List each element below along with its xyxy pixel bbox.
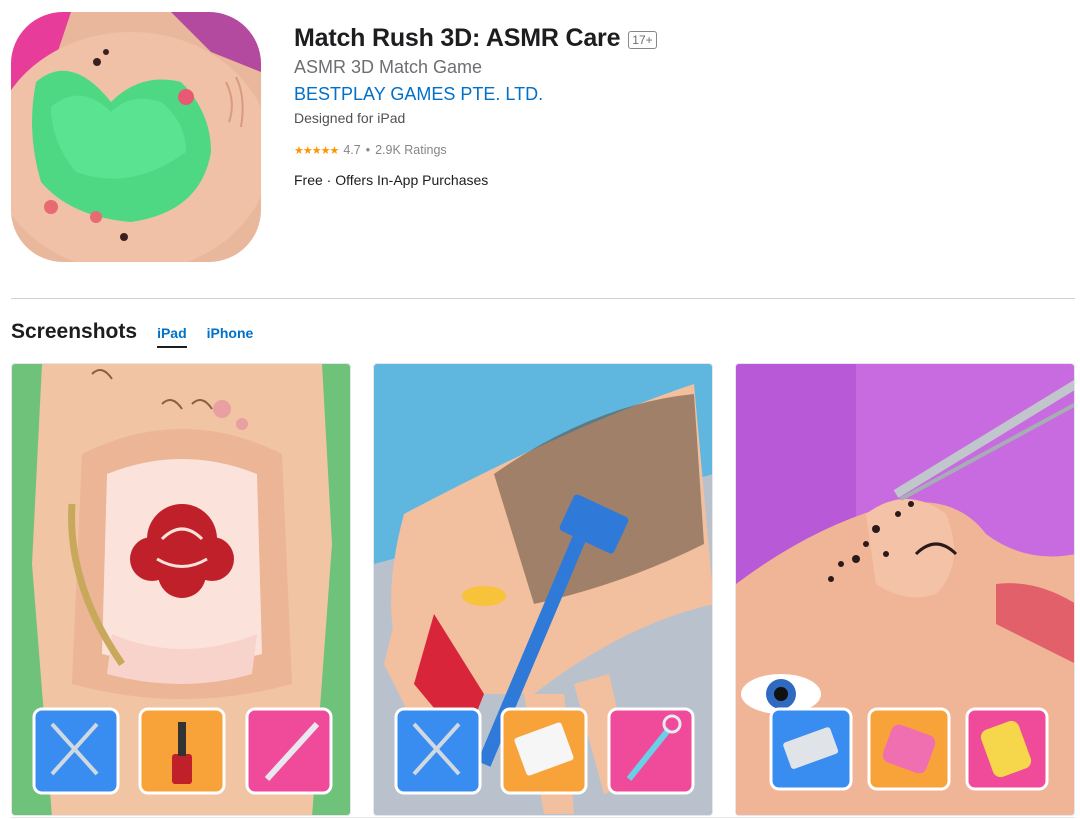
app-header: Match Rush 3D: ASMR Care 17+ ASMR 3D Mat… — [294, 22, 994, 188]
screenshot-1[interactable] — [11, 363, 351, 816]
app-icon — [11, 12, 261, 262]
app-subtitle: ASMR 3D Match Game — [294, 57, 483, 77]
rating-separator: • — [365, 143, 371, 157]
screenshot-2[interactable] — [373, 363, 713, 816]
tab-ipad[interactable]: iPad — [157, 325, 187, 348]
tab-iphone[interactable]: iPhone — [207, 325, 254, 346]
ratings-count: 2.9K Ratings — [375, 143, 447, 157]
developer-link[interactable]: BESTPLAY GAMES PTE. LTD. — [294, 84, 994, 108]
rating-value: 4.7 — [343, 143, 361, 157]
bottom-rule — [11, 817, 1075, 818]
title-row: Match Rush 3D: ASMR Care 17+ — [294, 22, 994, 54]
screenshots-header: Screenshots iPad iPhone — [11, 320, 253, 348]
rating-row: ★★★★★ 4.7 • 2.9K Ratings — [294, 141, 994, 159]
age-rating-badge: 17+ — [628, 31, 657, 49]
price-info: Free · Offers In-App Purchases — [294, 172, 489, 188]
star-rating-icon: ★★★★★ — [294, 144, 339, 157]
screenshots-title: Screenshots — [11, 320, 138, 343]
app-title: Match Rush 3D: ASMR Care — [294, 23, 621, 52]
designed-for: Designed for iPad — [294, 110, 406, 126]
screenshot-3[interactable] — [735, 363, 1075, 816]
divider — [11, 298, 1075, 299]
